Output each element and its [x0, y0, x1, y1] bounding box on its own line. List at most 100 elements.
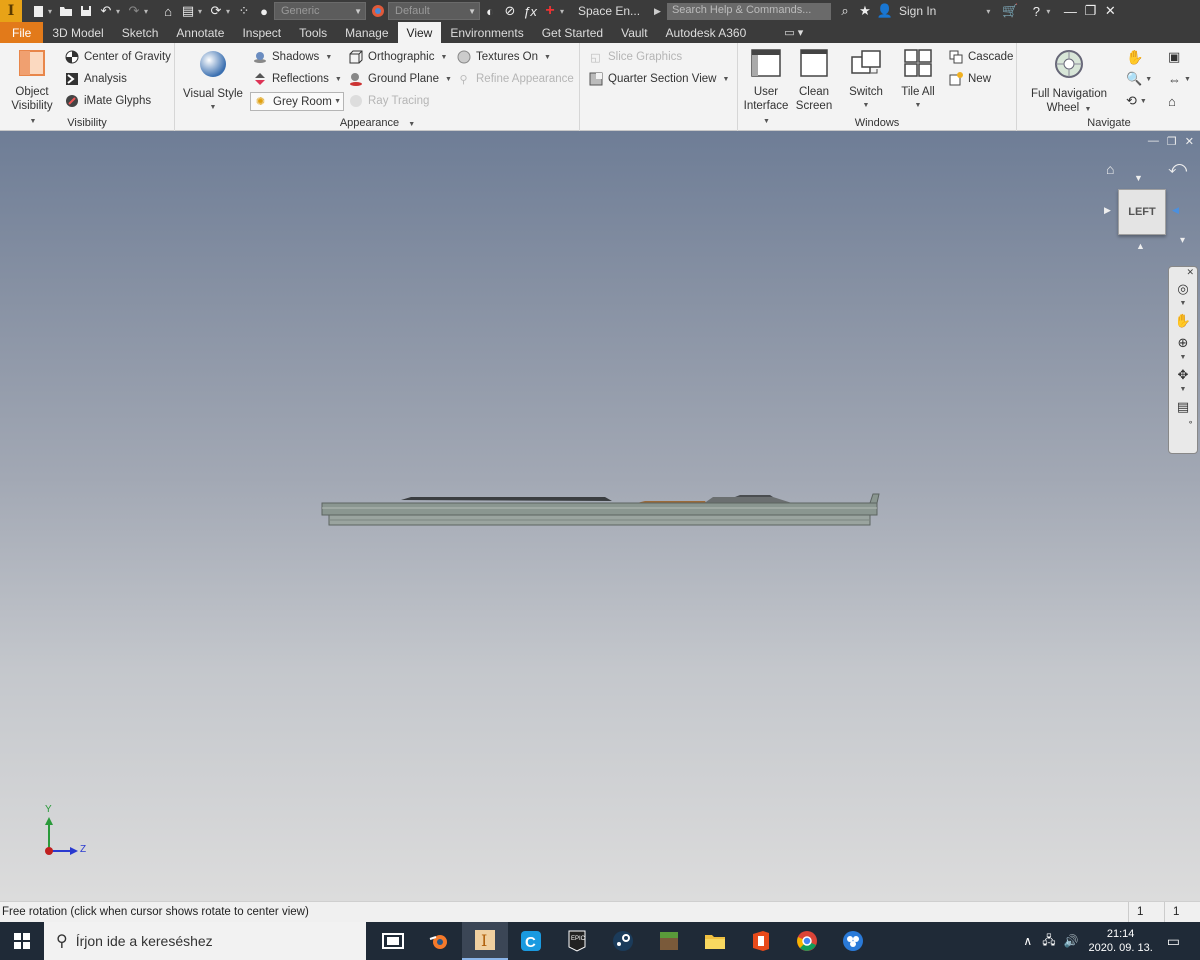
sign-in-link[interactable]: Sign In: [899, 4, 936, 18]
home-view-button[interactable]: ⌂: [1168, 91, 1176, 111]
viewcube-menu-icon[interactable]: ▾: [1180, 235, 1185, 246]
office-icon[interactable]: [738, 922, 784, 960]
cascade-button[interactable]: Cascade: [948, 47, 1013, 67]
epic-games-icon[interactable]: EPIC: [554, 922, 600, 960]
expand-arrow-icon[interactable]: ▶: [654, 6, 661, 17]
print-icon[interactable]: ▤: [178, 1, 198, 21]
close-icon[interactable]: ✕: [1100, 1, 1120, 21]
chevron-down-icon[interactable]: ▼: [1169, 354, 1197, 364]
chevron-down-icon[interactable]: ▼: [1169, 300, 1197, 310]
textures-on-button[interactable]: Textures On ▼: [456, 47, 551, 67]
imate-glyphs-button[interactable]: iMate Glyphs: [64, 91, 151, 111]
ccleaner-icon[interactable]: C: [508, 922, 554, 960]
material-combo[interactable]: Generic ▼: [274, 2, 366, 20]
zoom-all-button[interactable]: ⇔ ▼: [1168, 69, 1191, 89]
redo-icon[interactable]: ↷: [124, 1, 144, 21]
look-at-button[interactable]: ▣: [1168, 47, 1180, 67]
appearance-ball-icon[interactable]: [368, 1, 388, 21]
orthographic-button[interactable]: Orthographic ▼: [348, 47, 447, 67]
tab-environments[interactable]: Environments: [441, 22, 532, 43]
shadows-button[interactable]: Shadows ▼: [252, 47, 332, 67]
undo-dropdown-icon[interactable]: ▾: [116, 7, 124, 16]
sign-in-dropdown-icon[interactable]: ▾: [986, 7, 994, 16]
ground-plane-button[interactable]: Ground Plane ▼: [348, 69, 452, 89]
tab-tools[interactable]: Tools: [290, 22, 336, 43]
clock[interactable]: 21:14 2020. 09. 13.: [1089, 927, 1153, 955]
binoculars-icon[interactable]: ⌕: [835, 1, 855, 21]
appearance-combo[interactable]: Default ▼: [388, 2, 480, 20]
graphics-viewport[interactable]: — ❐ ✕ ⌂ ⤺ ▼ ▶ LEFT ◀ ▲ ▾ ✕ ◎ ▼ ✋ ⊕ ▼ ✥ ▼…: [0, 131, 1200, 901]
navbar-options-icon[interactable]: ⚬: [1169, 418, 1197, 427]
tab-manage[interactable]: Manage: [336, 22, 397, 43]
open-folder-icon[interactable]: [56, 1, 76, 21]
add-icon[interactable]: +: [540, 1, 560, 21]
chevron-down-icon[interactable]: ▼: [1169, 386, 1197, 396]
notifications-icon[interactable]: ▭: [1167, 933, 1180, 950]
quarter-section-view-button[interactable]: Quarter Section View ▼: [588, 69, 729, 89]
zoom-icon[interactable]: ⊕: [1169, 332, 1197, 354]
parameters-fx-icon[interactable]: ƒx: [520, 1, 540, 21]
redo-dropdown-icon[interactable]: ▾: [144, 7, 152, 16]
tab-inspect[interactable]: Inspect: [233, 22, 290, 43]
undo-icon[interactable]: ↶: [96, 1, 116, 21]
tab-3d-model[interactable]: 3D Model: [43, 22, 112, 43]
customize-dropdown-icon[interactable]: ▾: [560, 7, 568, 16]
analysis-button[interactable]: Analysis: [64, 69, 127, 89]
refine-appearance-button[interactable]: ⚲ Refine Appearance: [456, 69, 573, 89]
help-dropdown-icon[interactable]: ▾: [1046, 7, 1054, 16]
taskbar-search-box[interactable]: ⚲ Írjon ide a kereséshez: [44, 922, 366, 960]
star-icon[interactable]: ★: [855, 1, 875, 21]
tray-chevron-up-icon[interactable]: ∧: [1023, 934, 1032, 948]
adjust-appearance-icon[interactable]: ◐: [480, 1, 500, 21]
viewport-minimize-icon[interactable]: —: [1148, 135, 1159, 148]
print-dropdown-icon[interactable]: ▾: [198, 7, 206, 16]
tab-autodesk-a360[interactable]: Autodesk A360: [657, 22, 756, 43]
steering-wheel-icon[interactable]: ◎: [1169, 278, 1197, 300]
tab-view[interactable]: View: [397, 22, 442, 43]
tile-all-button[interactable]: Tile All ▼: [896, 49, 940, 113]
clean-screen-button[interactable]: Clean Screen: [792, 49, 836, 113]
viewcube-face[interactable]: LEFT: [1118, 189, 1166, 235]
blender-icon[interactable]: [416, 922, 462, 960]
help-search-input[interactable]: Search Help & Commands...: [666, 2, 831, 20]
tab-annotate[interactable]: Annotate: [167, 22, 233, 43]
viewcube[interactable]: ⌂ ⤺ ▼ ▶ LEFT ◀ ▲ ▾: [1104, 157, 1196, 261]
new-window-button[interactable]: New: [948, 69, 991, 89]
select-filter-icon[interactable]: ⁘: [234, 1, 254, 21]
model-part[interactable]: [315, 491, 885, 541]
update-icon[interactable]: ⟳: [206, 1, 226, 21]
orbit-button[interactable]: ⟲ ▼: [1126, 91, 1147, 111]
minecraft-icon[interactable]: [646, 922, 692, 960]
restore-icon[interactable]: ❐: [1080, 1, 1100, 21]
viewport-restore-icon[interactable]: ❐: [1167, 135, 1177, 148]
viewcube-home-icon[interactable]: ⌂: [1106, 161, 1114, 177]
minimize-icon[interactable]: —: [1060, 1, 1080, 21]
save-icon[interactable]: [76, 1, 96, 21]
viewport-close-icon[interactable]: ✕: [1185, 135, 1194, 148]
look-at-icon[interactable]: ▤: [1169, 396, 1197, 418]
viewcube-down-arrow-icon[interactable]: ▲: [1136, 241, 1145, 251]
new-dropdown-icon[interactable]: ▾: [48, 7, 56, 16]
user-icon[interactable]: 👤: [875, 1, 895, 21]
home-icon[interactable]: ⌂: [158, 1, 178, 21]
file-explorer-icon[interactable]: [692, 922, 738, 960]
full-navigation-wheel-button[interactable]: Full Navigation Wheel ▼: [1024, 49, 1114, 117]
inventor-logo-icon[interactable]: I: [0, 0, 22, 22]
pan-button[interactable]: ✋: [1126, 47, 1143, 67]
viewcube-right-arrow-icon[interactable]: ◀: [1172, 205, 1179, 216]
appearance-panel-title[interactable]: Appearance ▼: [176, 117, 579, 129]
visual-style-button[interactable]: Visual Style ▼: [182, 49, 244, 115]
lighting-style-select[interactable]: ✺ Grey Room ▼: [250, 92, 344, 111]
rotate-arrow-icon[interactable]: ⤺: [1168, 157, 1187, 178]
update-dropdown-icon[interactable]: ▾: [226, 7, 234, 16]
tab-file[interactable]: File: [0, 22, 44, 43]
new-file-icon[interactable]: [28, 1, 48, 21]
zoom-button[interactable]: 🔍 ▼: [1126, 69, 1152, 89]
viewcube-left-arrow-icon[interactable]: ▶: [1104, 205, 1111, 216]
orbit-icon[interactable]: ✥: [1169, 364, 1197, 386]
reflections-button[interactable]: Reflections ▼: [252, 69, 342, 89]
help-icon[interactable]: ?: [1026, 1, 1046, 21]
viewcube-up-arrow-icon[interactable]: ▼: [1134, 173, 1143, 183]
inventor-app-icon[interactable]: I: [462, 922, 508, 960]
chrome-icon[interactable]: [784, 922, 830, 960]
